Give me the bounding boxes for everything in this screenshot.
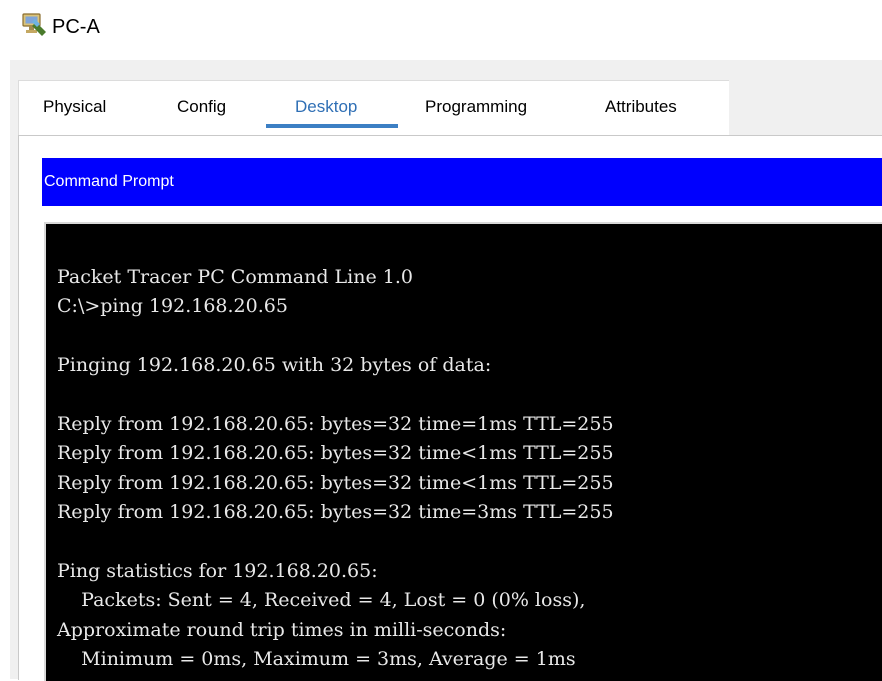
terminal-line: Reply from 192.168.20.65: bytes=32 time=… [57,412,614,435]
terminal-line: Minimum = 0ms, Maximum = 3ms, Average = … [57,648,576,671]
tab-desktop[interactable]: Desktop [295,97,357,117]
command-prompt-title: Command Prompt [44,173,174,190]
active-tab-indicator [266,124,398,128]
tab-programming[interactable]: Programming [425,97,527,117]
terminal-line: Ping statistics for 192.168.20.65: [57,559,378,582]
terminal-output[interactable]: Packet Tracer PC Command Line 1.0 C:\>pi… [44,222,882,681]
terminal-line: Packet Tracer PC Command Line 1.0 [57,266,413,288]
terminal-line: Reply from 192.168.20.65: bytes=32 time=… [57,501,614,524]
terminal-line: C:\>ping 192.168.20.65 [57,295,288,318]
terminal-line: Packets: Sent = 4, Received = 4, Lost = … [57,589,586,612]
pc-icon [22,13,46,36]
tab-config[interactable]: Config [177,97,226,117]
terminal-line: Approximate round trip times in milli-se… [57,618,507,641]
device-window: Physical Config Desktop Programming Attr… [10,60,882,681]
terminal-lines: Packet Tracer PC Command Line 1.0 C:\>pi… [57,263,614,674]
terminal-line: Reply from 192.168.20.65: bytes=32 time<… [57,471,614,494]
command-prompt-header: Command Prompt [42,158,882,206]
terminal-line: Reply from 192.168.20.65: bytes=32 time<… [57,442,614,465]
title-bar: PC-A [0,0,882,58]
tab-attributes[interactable]: Attributes [605,97,677,117]
tab-physical[interactable]: Physical [43,97,106,117]
terminal-line: Pinging 192.168.20.65 with 32 bytes of d… [57,354,492,377]
window-title: PC-A [52,16,100,38]
